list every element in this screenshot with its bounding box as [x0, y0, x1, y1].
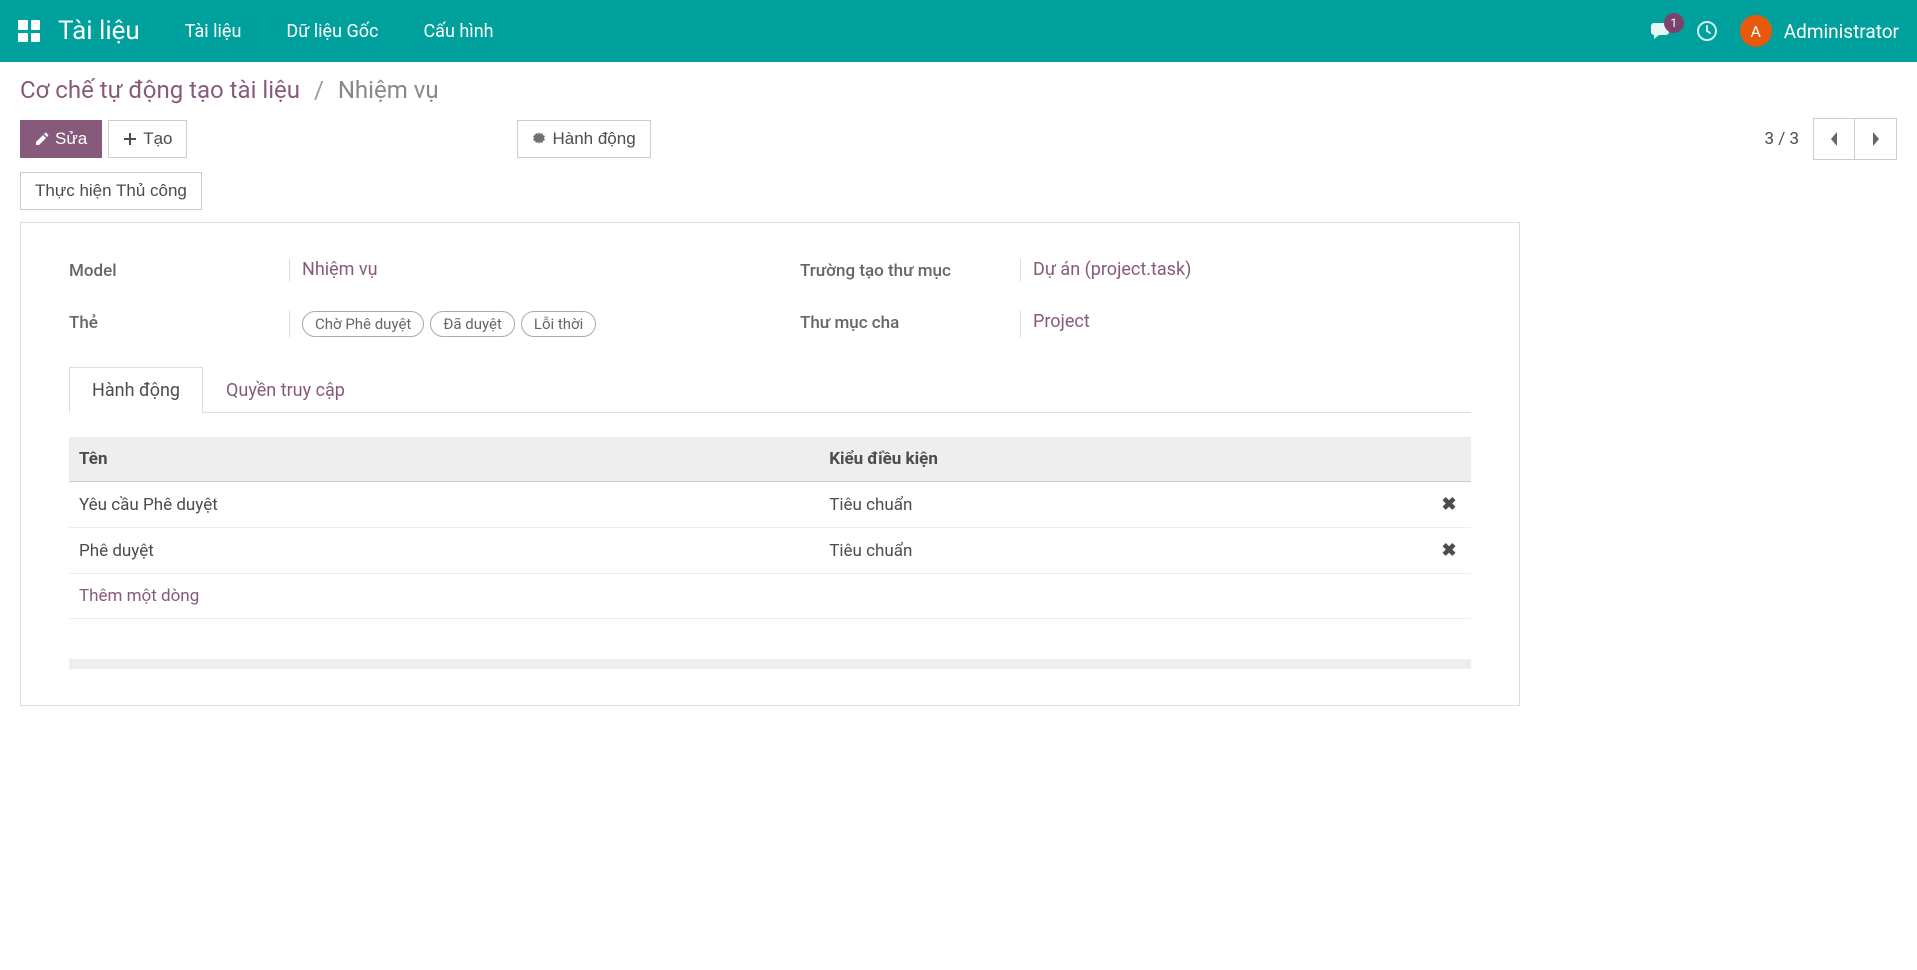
- col-cond-header[interactable]: Kiểu điều kiện: [819, 437, 1427, 482]
- tags-label: Thẻ: [69, 311, 289, 337]
- pager-next[interactable]: [1855, 118, 1897, 160]
- messages-icon[interactable]: 1: [1650, 21, 1674, 41]
- pager-prev[interactable]: [1813, 118, 1855, 160]
- delete-row-icon[interactable]: ✖: [1441, 540, 1456, 561]
- actions-table: Tên Kiểu điều kiện Yêu cầu Phê duyệt Tiê…: [69, 437, 1471, 619]
- table-row-add[interactable]: Thêm một dòng: [69, 574, 1471, 619]
- col-name-header[interactable]: Tên: [69, 437, 819, 482]
- tag-obsolete[interactable]: Lỗi thời: [521, 311, 596, 337]
- parent-folder-value[interactable]: Project: [1033, 311, 1090, 332]
- pencil-icon: [35, 132, 49, 146]
- table-row[interactable]: Yêu cầu Phê duyệt Tiêu chuẩn ✖: [69, 482, 1471, 528]
- row-cond: Tiêu chuẩn: [819, 482, 1427, 528]
- action-label: Hành động: [552, 129, 635, 149]
- breadcrumb: Cơ chế tự động tạo tài liệu / Nhiệm vụ: [20, 76, 1897, 104]
- tags-field[interactable]: Chờ Phê duyệt Đã duyệt Lỗi thời: [302, 311, 740, 337]
- model-value[interactable]: Nhiệm vụ: [302, 259, 378, 280]
- breadcrumb-parent[interactable]: Cơ chế tự động tạo tài liệu: [20, 76, 300, 104]
- table-footer-bar: [69, 659, 1471, 669]
- delete-row-icon[interactable]: ✖: [1441, 494, 1456, 515]
- tag-approved[interactable]: Đã duyệt: [430, 311, 515, 337]
- tab-access[interactable]: Quyền truy cập: [203, 367, 368, 413]
- edit-button[interactable]: Sửa: [20, 120, 102, 158]
- tag-pending[interactable]: Chờ Phê duyệt: [302, 311, 424, 337]
- manual-run-label: Thực hiện Thủ công: [35, 181, 187, 201]
- parent-folder-label: Thư mục cha: [800, 311, 1020, 337]
- create-label: Tạo: [143, 129, 172, 149]
- manual-run-button[interactable]: Thực hiện Thủ công: [20, 172, 202, 210]
- chevron-left-icon: [1829, 131, 1839, 147]
- nav-menu-master-data[interactable]: Dữ liệu Gốc: [286, 21, 378, 42]
- nav-menu-config[interactable]: Cấu hình: [423, 21, 493, 42]
- messages-badge: 1: [1664, 13, 1684, 33]
- app-brand[interactable]: Tài liệu: [58, 16, 140, 46]
- breadcrumb-separator: /: [314, 76, 324, 104]
- model-label: Model: [69, 259, 289, 281]
- folder-field-label: Trường tạo thư mục: [800, 259, 1020, 281]
- gear-icon: [532, 132, 546, 146]
- row-cond: Tiêu chuẩn: [819, 528, 1427, 574]
- nav-menu-documents[interactable]: Tài liệu: [185, 21, 242, 42]
- table-row[interactable]: Phê duyệt Tiêu chuẩn ✖: [69, 528, 1471, 574]
- user-menu[interactable]: A Administrator: [1740, 15, 1899, 47]
- chevron-right-icon: [1871, 131, 1881, 147]
- control-panel: Cơ chế tự động tạo tài liệu / Nhiệm vụ S…: [0, 62, 1917, 160]
- row-name: Phê duyệt: [69, 528, 819, 574]
- tab-actions[interactable]: Hành động: [69, 367, 203, 413]
- col-delete-header: [1427, 437, 1471, 482]
- action-dropdown[interactable]: Hành động: [517, 120, 650, 158]
- form-sheet: Model Nhiệm vụ Trường tạo thư mục Dự án …: [20, 222, 1520, 706]
- activities-icon[interactable]: [1696, 20, 1718, 42]
- top-navbar: Tài liệu Tài liệu Dữ liệu Gốc Cấu hình 1…: [0, 0, 1917, 62]
- pager-text[interactable]: 3 / 3: [1764, 129, 1799, 149]
- user-name: Administrator: [1784, 20, 1899, 43]
- plus-icon: [123, 132, 137, 146]
- notebook-tabs: Hành động Quyền truy cập: [69, 367, 1471, 413]
- breadcrumb-current: Nhiệm vụ: [338, 76, 439, 104]
- add-line-link[interactable]: Thêm một dòng: [79, 586, 199, 606]
- apps-icon[interactable]: [18, 20, 40, 42]
- avatar: A: [1740, 15, 1772, 47]
- create-button[interactable]: Tạo: [108, 120, 187, 158]
- nav-menu: Tài liệu Dữ liệu Gốc Cấu hình: [185, 21, 494, 42]
- edit-label: Sửa: [55, 129, 87, 149]
- folder-field-value[interactable]: Dự án (project.task): [1033, 259, 1191, 280]
- row-name: Yêu cầu Phê duyệt: [69, 482, 819, 528]
- pager: 3 / 3: [1764, 118, 1897, 160]
